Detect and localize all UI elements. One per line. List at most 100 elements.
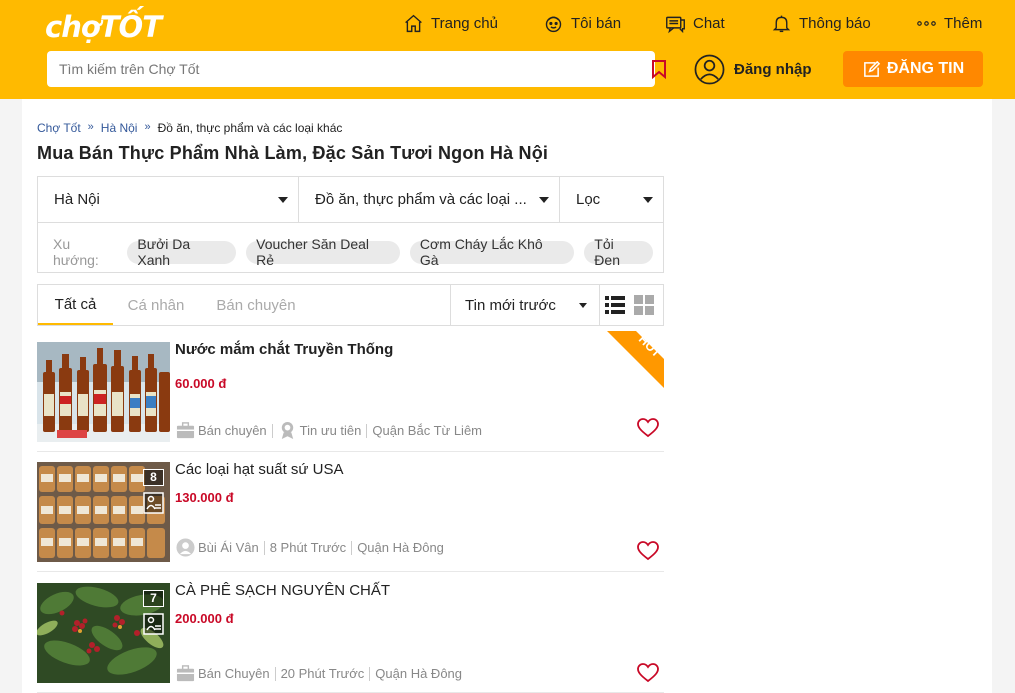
- seller-face-icon: [545, 16, 562, 32]
- trend-row: Xu hướng: Bưởi Da Xanh Voucher Săn Deal …: [53, 236, 663, 268]
- category-value: Đồ ăn, thực phẩm và các loại ...: [315, 191, 527, 208]
- tab-all[interactable]: Tất cả: [38, 285, 113, 325]
- sort-select[interactable]: Tin mới trước: [450, 285, 600, 325]
- nav-more[interactable]: Thêm: [916, 12, 982, 34]
- listing-price: 130.000 đ: [175, 490, 234, 505]
- nav-chat-label: Chat: [693, 14, 725, 32]
- meta-priority: Tin ưu tiên: [299, 423, 362, 438]
- meta-seller-name: Bùi Ái Vân: [198, 540, 259, 555]
- breadcrumb-chotot[interactable]: Chợ Tốt: [37, 121, 81, 135]
- region-select[interactable]: Hà Nội: [38, 177, 299, 222]
- filter-panel: Hà Nội Đồ ăn, thực phẩm và các loại ... …: [37, 176, 664, 273]
- login-button[interactable]: Đăng nhập: [694, 54, 812, 85]
- heart-icon[interactable]: [637, 418, 659, 438]
- list-view-icon[interactable]: [605, 296, 625, 314]
- image-count: 8: [143, 469, 164, 486]
- search-bar: [47, 51, 693, 87]
- avatar-icon: [176, 538, 195, 557]
- chotot-logo[interactable]: chợTỐT: [45, 10, 162, 44]
- grid-view-icon[interactable]: [634, 295, 654, 315]
- breadcrumb-separator: »: [87, 121, 94, 133]
- breadcrumb-hanoi[interactable]: Hà Nội: [101, 121, 138, 135]
- caret-down-icon: [539, 197, 549, 203]
- chat-icon: [666, 16, 685, 33]
- filter-label: Lọc: [576, 191, 601, 208]
- listing-thumbnail[interactable]: 8: [37, 462, 170, 562]
- meta-divider: [366, 423, 368, 438]
- bookmark-icon[interactable]: [650, 59, 668, 79]
- listing-thumbnail[interactable]: [37, 342, 170, 442]
- listing-item[interactable]: 7 CÀ PHÊ SẠCH NGUYÊN CHẤT 200.000 đ Bán …: [37, 573, 664, 693]
- meta-location: Quận Bắc Từ Liêm: [372, 423, 482, 438]
- search-icon[interactable]: [672, 58, 694, 80]
- search-input[interactable]: [59, 51, 599, 87]
- meta-seller-type: Bán chuyên: [198, 423, 267, 438]
- meta-divider: [274, 666, 276, 681]
- meta-divider: [271, 423, 273, 438]
- listing-title[interactable]: Nước mắm chắt Truyền Thống: [175, 341, 393, 358]
- meta-divider: [351, 540, 353, 555]
- meta-location: Quận Hà Đông: [375, 666, 463, 681]
- meta-time: 8 Phút Trước: [269, 540, 347, 555]
- tab-personal[interactable]: Cá nhân: [117, 285, 195, 325]
- heart-icon[interactable]: [637, 541, 659, 561]
- caret-down-icon: [278, 197, 288, 203]
- trend-chip[interactable]: Cơm Cháy Lắc Khô Gà: [409, 236, 575, 268]
- bell-icon: [772, 15, 791, 32]
- listing-thumbnail[interactable]: 7: [37, 583, 170, 683]
- region-value: Hà Nội: [54, 191, 100, 208]
- breadcrumb-separator: »: [144, 121, 151, 133]
- meta-location: Quận Hà Đông: [357, 540, 444, 555]
- briefcase-icon: [176, 665, 195, 682]
- meta-divider: [369, 666, 371, 681]
- page-title: Mua Bán Thực Phẩm Nhà Làm, Đặc Sản Tươi …: [37, 143, 549, 163]
- listing-tabs: Tất cả Cá nhân Bán chuyên Tin mới trước: [37, 284, 664, 326]
- listing-meta: Bùi Ái Vân 8 Phút Trước Quận Hà Đông: [176, 538, 444, 557]
- briefcase-icon: [176, 422, 195, 439]
- meta-seller-type: Bán Chuyên: [198, 666, 270, 681]
- trend-chip[interactable]: Tỏi Đen: [584, 236, 653, 268]
- filter-select[interactable]: Lọc: [560, 177, 663, 222]
- listing-title[interactable]: CÀ PHÊ SẠCH NGUYÊN CHẤT: [175, 582, 390, 599]
- top-header: chợTỐT Trang chủ Tôi bán Chat Thông báo …: [0, 0, 1015, 99]
- nav-chat[interactable]: Chat: [665, 12, 725, 34]
- breadcrumb: Chợ Tốt » Hà Nội » Đồ ăn, thực phẩm và c…: [37, 121, 342, 135]
- breadcrumb-current: Đồ ăn, thực phẩm và các loại khác: [157, 121, 343, 135]
- image-count: 7: [143, 590, 164, 607]
- gallery-user-icon: [143, 492, 164, 514]
- hot-ribbon: HOT: [607, 331, 664, 388]
- listing-price: 60.000 đ: [175, 376, 227, 391]
- trend-label: Xu hướng:: [53, 236, 99, 268]
- listing-item[interactable]: Nước mắm chắt Truyền Thống 60.000 đ Bán …: [37, 331, 664, 452]
- image-count-badge: 7: [143, 590, 164, 638]
- meta-time: 20 Phút Trước: [280, 666, 365, 681]
- sort-value: Tin mới trước: [465, 296, 556, 314]
- nav-notifications[interactable]: Thông báo: [771, 12, 871, 34]
- listing-meta: Bán Chuyên 20 Phút Trước Quận Hà Đông: [176, 664, 462, 683]
- home-icon: [405, 14, 422, 32]
- category-select[interactable]: Đồ ăn, thực phẩm và các loại ...: [299, 177, 560, 222]
- listing-item[interactable]: 8 Các loại hạt suất sứ USA 130.000 đ Bùi…: [37, 452, 664, 572]
- trend-chip[interactable]: Bưởi Da Xanh: [127, 236, 237, 268]
- fish-sauce-bottles-image: [37, 342, 170, 442]
- edit-icon: [863, 60, 881, 77]
- post-ad-button[interactable]: ĐĂNG TIN: [843, 51, 983, 87]
- caret-down-icon: [579, 303, 587, 308]
- post-ad-label: ĐĂNG TIN: [886, 60, 965, 77]
- meta-divider: [263, 540, 265, 555]
- award-icon: [281, 421, 293, 440]
- listing-title[interactable]: Các loại hạt suất sứ USA: [175, 461, 343, 478]
- main-content: Chợ Tốt » Hà Nội » Đồ ăn, thực phẩm và c…: [22, 99, 992, 693]
- nav-seller-label: Tôi bán: [571, 14, 622, 32]
- nav-seller[interactable]: Tôi bán: [543, 12, 621, 34]
- hot-badge: HOT: [607, 331, 664, 388]
- login-label: Đăng nhập: [734, 61, 812, 78]
- user-avatar-icon: [694, 54, 725, 85]
- more-dots-icon: [917, 20, 936, 26]
- heart-icon[interactable]: [637, 663, 659, 683]
- trend-chip[interactable]: Voucher Săn Deal Rẻ: [246, 236, 400, 268]
- caret-down-icon: [643, 197, 653, 203]
- tab-professional[interactable]: Bán chuyên: [204, 285, 308, 325]
- nav-home[interactable]: Trang chủ: [403, 12, 498, 34]
- nav-home-label: Trang chủ: [431, 14, 498, 32]
